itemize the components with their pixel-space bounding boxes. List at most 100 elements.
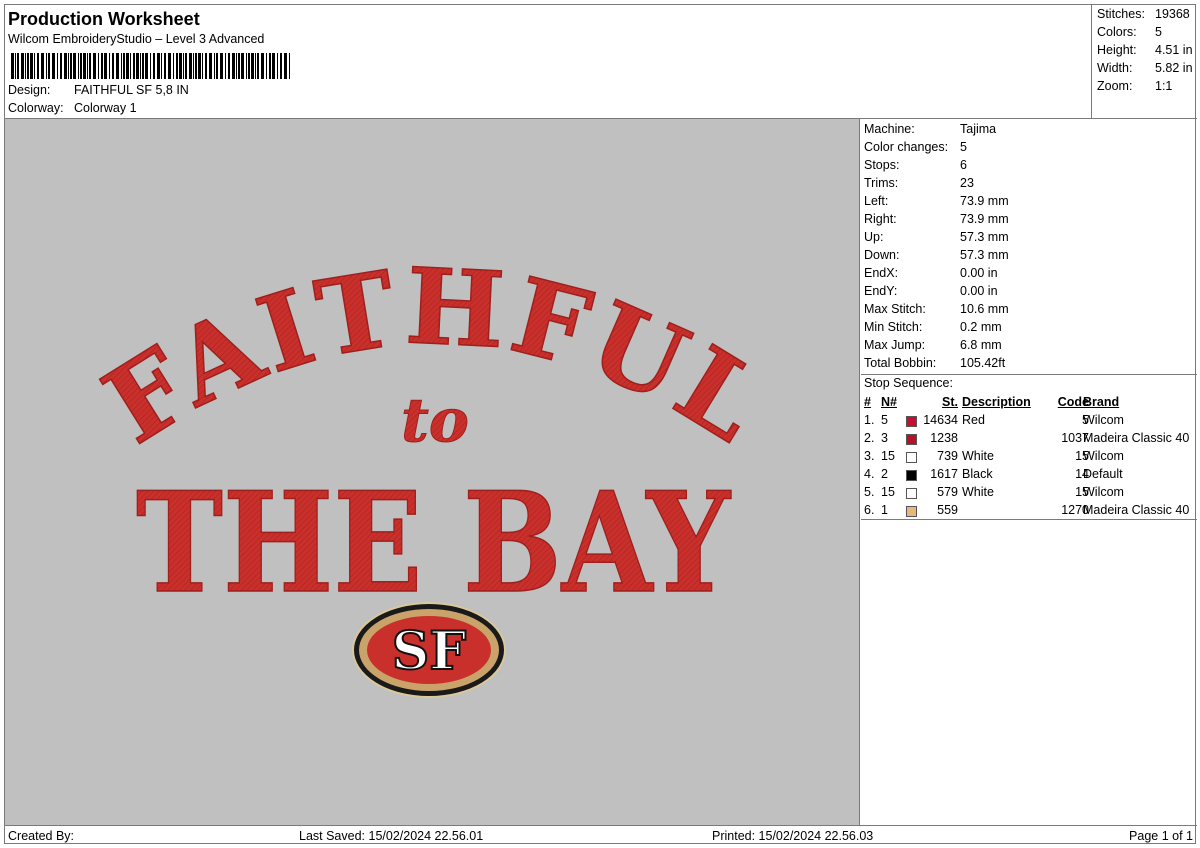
- barcode: [11, 53, 290, 79]
- barcode-bar: [116, 53, 119, 79]
- design-value: FAITHFUL SF 5,8 IN: [74, 83, 189, 97]
- stitches-label: Stitches:: [1097, 7, 1145, 21]
- embroidery-design: FAITHFUL to THE BAY SF: [83, 243, 782, 698]
- max-jump-row: Max Jump: 6.8 mm: [864, 338, 1002, 352]
- header-stitches: St.: [942, 395, 958, 409]
- min-stitch-value: 0.2 mm: [960, 320, 1002, 334]
- up-label: Up:: [864, 230, 884, 244]
- worksheet-footer: Created By: Last Saved: 15/02/2024 22.56…: [5, 825, 1197, 845]
- thread-description: Black: [962, 467, 993, 481]
- barcode-bar: [173, 53, 174, 79]
- max-stitch-label: Max Stitch:: [864, 302, 926, 316]
- barcode-bar: [257, 53, 259, 79]
- total-bobbin-label: Total Bobbin:: [864, 356, 937, 370]
- row-index: 1.: [864, 413, 875, 427]
- needle-number: 2: [881, 467, 888, 481]
- thread-description: Red: [962, 413, 985, 427]
- stop-sequence-table: # N# St. Description Code Brand 1. 5 14634…: [861, 395, 1197, 521]
- barcode-bar: [34, 53, 35, 79]
- colorway-row: Colorway: Colorway 1: [8, 101, 137, 115]
- stitch-count: 1617: [930, 467, 958, 481]
- barcode-bar: [89, 53, 91, 79]
- barcode-bar: [11, 53, 14, 79]
- table-row: 2. 3 1238 1037 Madeira Classic 40: [861, 431, 1197, 449]
- row-index: 2.: [864, 431, 875, 445]
- height-label: Height:: [1097, 43, 1137, 57]
- colorway-label: Colorway:: [8, 101, 64, 115]
- header-description: Description: [962, 395, 1031, 409]
- thread-brand: Wilcom: [1083, 449, 1124, 463]
- table-row: 4. 2 1617 Black 14 Default: [861, 467, 1197, 485]
- printed-date: Printed: 15/02/2024 22.56.03: [712, 829, 874, 843]
- trims-value: 23: [960, 176, 974, 190]
- colors-label: Colors:: [1097, 25, 1137, 39]
- divider: [861, 519, 1197, 520]
- row-index: 5.: [864, 485, 875, 499]
- stitch-count: 579: [937, 485, 958, 499]
- header-num: #: [864, 395, 871, 409]
- thread-brand: Wilcom: [1083, 485, 1124, 499]
- stitches-row: Stitches: 19368: [1097, 7, 1190, 21]
- barcode-bar: [261, 53, 264, 79]
- design-label: Design:: [8, 83, 51, 97]
- barcode-bar: [266, 53, 267, 79]
- barcode-bar: [161, 53, 162, 79]
- right-row: Right: 73.9 mm: [864, 212, 1009, 226]
- thread-brand: Madeira Classic 40: [1083, 503, 1190, 517]
- row-index: 6.: [864, 503, 875, 517]
- summary-box: Stitches: 19368 Colors: 5 Height: 4.51 in W…: [1091, 5, 1197, 119]
- barcode-bar: [214, 53, 215, 79]
- barcode-bar: [123, 53, 125, 79]
- barcode-bar: [145, 53, 148, 79]
- barcode-bar: [183, 53, 184, 79]
- barcode-bar: [246, 53, 247, 79]
- color-changes-row: Color changes: 5: [864, 140, 967, 154]
- needle-number: 15: [881, 485, 895, 499]
- color-swatch: [906, 416, 917, 427]
- zoom-row: Zoom: 1:1: [1097, 79, 1172, 93]
- barcode-bar: [142, 53, 144, 79]
- thread-description: White: [962, 449, 994, 463]
- machine-value: Tajima: [960, 122, 997, 136]
- barcode-bar: [37, 53, 39, 79]
- colors-row: Colors: 5: [1097, 25, 1162, 39]
- needle-number: 5: [881, 413, 888, 427]
- barcode-bar: [277, 53, 278, 79]
- max-stitch-value: 10.6 mm: [960, 302, 1009, 316]
- barcode-bar: [73, 53, 76, 79]
- left-label: Left:: [864, 194, 889, 208]
- barcode-bar: [98, 53, 99, 79]
- left-row: Left: 73.9 mm: [864, 194, 1009, 208]
- barcode-bar: [136, 53, 139, 79]
- barcode-bar: [202, 53, 203, 79]
- machine-label: Machine:: [864, 122, 915, 136]
- row-index: 3.: [864, 449, 875, 463]
- down-value: 57.3 mm: [960, 248, 1009, 262]
- barcode-bar: [251, 53, 254, 79]
- color-swatch: [906, 470, 917, 481]
- barcode-bar: [185, 53, 187, 79]
- barcode-bar: [70, 53, 72, 79]
- min-stitch-row: Min Stitch: 0.2 mm: [864, 320, 1002, 334]
- barcode-bar: [232, 53, 235, 79]
- stitch-count: 739: [937, 449, 958, 463]
- color-swatch: [906, 452, 917, 463]
- last-saved: Last Saved: 15/02/2024 22.56.01: [299, 829, 484, 843]
- trims-row: Trims: 23: [864, 176, 974, 190]
- max-jump-value: 6.8 mm: [960, 338, 1002, 352]
- barcode-bar: [289, 53, 290, 79]
- design-line-the-bay: THE BAY: [136, 461, 731, 624]
- barcode-bar: [209, 53, 212, 79]
- header-needle: N#: [881, 395, 897, 409]
- design-preview: FAITHFUL to THE BAY SF: [5, 119, 860, 825]
- needle-number: 1: [881, 503, 888, 517]
- barcode-bar: [255, 53, 256, 79]
- width-label: Width:: [1097, 61, 1133, 75]
- left-value: 73.9 mm: [960, 194, 1009, 208]
- barcode-bar: [157, 53, 160, 79]
- color-changes-value: 5: [960, 140, 967, 154]
- barcode-bar: [140, 53, 141, 79]
- table-row: 5. 15 579 White 15 Wilcom: [861, 485, 1197, 503]
- endx-row: EndX: 0.00 in: [864, 266, 998, 280]
- stop-sequence-title: Stop Sequence:: [864, 376, 953, 390]
